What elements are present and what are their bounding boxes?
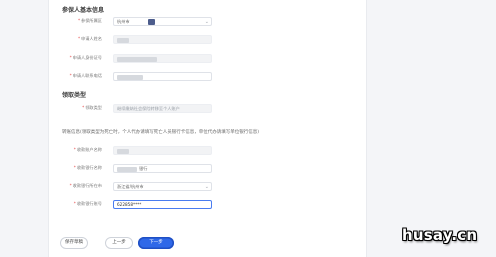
- field-row-id: *申请人身份证号: [60, 54, 220, 64]
- redaction-block: [148, 19, 155, 25]
- type-value: 继续缴纳社会保险转移至个人账户: [117, 106, 180, 111]
- blurred-value: [117, 149, 129, 154]
- section-title-basic: 参保人基本信息: [62, 7, 105, 14]
- account-name-field[interactable]: [113, 146, 212, 155]
- chevron-down-icon: ⌄: [204, 19, 209, 25]
- account-name-label: 收款账户名称: [76, 147, 102, 152]
- phone-field[interactable]: [113, 72, 212, 81]
- field-row-account-number: *收款银行账号 622858****: [60, 200, 220, 210]
- prev-step-button[interactable]: 上一步: [105, 237, 133, 249]
- name-label: 申请人姓名: [81, 36, 102, 41]
- field-row-bank-city: *收款银行所在市 浙江省/杭州市 ⌄: [60, 182, 220, 192]
- type-select[interactable]: 继续缴纳社会保险转移至个人账户: [113, 104, 212, 113]
- save-draft-button[interactable]: 保存草稿: [60, 237, 88, 249]
- section-title-type: 领取类型: [62, 92, 87, 99]
- bank-city-value: 浙江省/杭州市: [117, 184, 144, 189]
- field-row-district: *参保所属区 杭州市 ⌄: [60, 17, 220, 27]
- blurred-value: [117, 38, 129, 43]
- field-row-phone: *申请人联系电话: [60, 72, 220, 82]
- bank-name-label: 收款银行名称: [76, 165, 102, 170]
- blurred-value: [117, 75, 143, 80]
- id-label: 申请人身份证号: [72, 55, 102, 60]
- name-field[interactable]: [113, 35, 212, 44]
- district-label: 参保所属区: [81, 18, 102, 23]
- type-label: 领取类型: [85, 105, 102, 110]
- bank-name-field[interactable]: 银行: [113, 164, 212, 173]
- id-number-field[interactable]: [113, 54, 212, 63]
- bank-name-value: 银行: [139, 166, 148, 171]
- watermark-text: husay.cn: [402, 226, 478, 244]
- blurred-value: [117, 167, 137, 172]
- blurred-value: [117, 57, 157, 62]
- phone-label: 申请人联系电话: [72, 73, 102, 78]
- account-number-value: 622858****: [117, 202, 142, 207]
- account-number-label: 收款银行账号: [76, 201, 102, 206]
- field-row-type: *领取类型 继续缴纳社会保险转移至个人账户: [60, 104, 220, 114]
- required-mark: *: [77, 18, 81, 23]
- field-row-account-name: *收款账户名称: [60, 146, 220, 156]
- next-step-button[interactable]: 下一步: [138, 237, 174, 249]
- district-select[interactable]: 杭州市 ⌄: [113, 17, 212, 26]
- field-row-bank-name: *收款银行名称 银行: [60, 164, 220, 174]
- bank-city-label: 收款银行所在市: [72, 183, 102, 188]
- bank-city-select[interactable]: 浙江省/杭州市 ⌄: [113, 182, 212, 191]
- field-row-name: *申请人姓名: [60, 35, 220, 45]
- bank-section-note: 转账信息(领取类型为死亡时，个人代办请填写死亡人员银行卡信息，单位代办请填写单位…: [62, 130, 260, 135]
- district-value: 杭州市: [117, 19, 130, 24]
- chevron-down-icon: ⌄: [204, 184, 209, 190]
- account-number-field[interactable]: 622858****: [113, 200, 212, 209]
